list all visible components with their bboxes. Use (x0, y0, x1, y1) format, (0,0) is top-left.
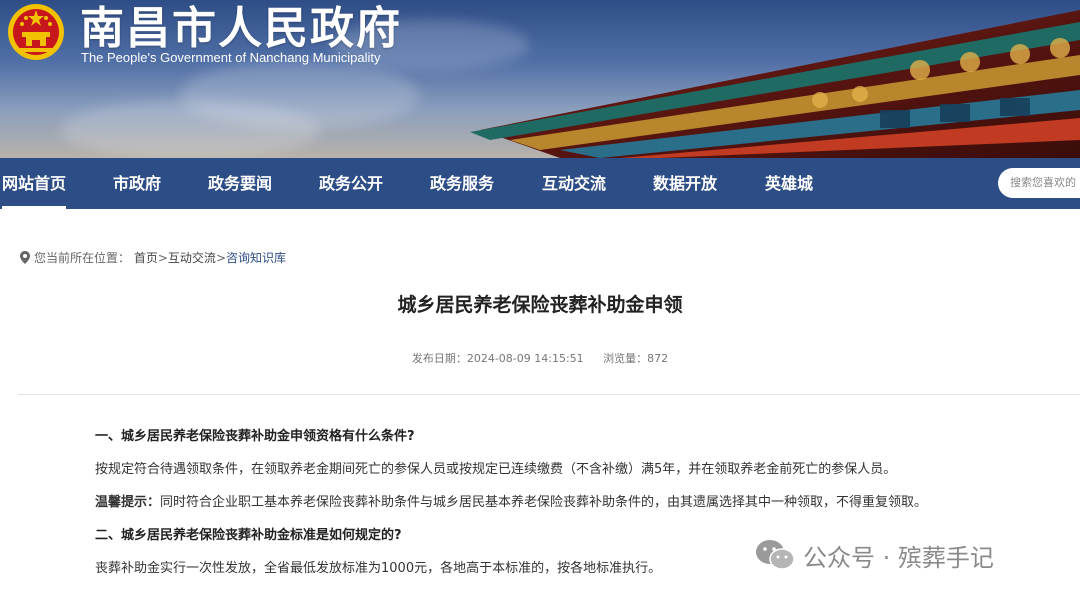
header-banner: 南昌市人民政府 The People's Government of Nanch… (0, 0, 1080, 158)
article-heading-2: 二、城乡居民养老保险丧葬补助金标准是如何规定的? (95, 528, 402, 543)
nav-item-news[interactable]: 政务要闻 (208, 158, 272, 209)
article-heading-1: 一、城乡居民养老保险丧葬补助金申领资格有什么条件? (95, 429, 415, 444)
watermark: 公众号 · 殡葬手记 (755, 538, 994, 572)
breadcrumb-prefix: 您当前所在位置： (34, 251, 131, 265)
nav-item-services[interactable]: 政务服务 (430, 158, 494, 209)
breadcrumb-section-link[interactable]: 互动交流 (168, 251, 216, 265)
nav-item-interaction[interactable]: 互动交流 (542, 158, 606, 209)
search-input[interactable]: 搜索您喜欢的 (998, 168, 1080, 198)
temple-roof-image (470, 10, 1080, 158)
view-count-label: 浏览量： (603, 352, 648, 365)
divider (18, 394, 1080, 395)
breadcrumb-current-link[interactable]: 咨询知识库 (226, 251, 286, 265)
nav-item-home[interactable]: 网站首页 (2, 158, 67, 209)
publish-date-label: 发布日期： (411, 352, 467, 365)
view-count-value: 872 (647, 352, 669, 365)
national-emblem-icon (8, 4, 64, 60)
tip-label: 温馨提示： (95, 495, 161, 510)
breadcrumb-home-link[interactable]: 首页 (134, 251, 158, 265)
publish-date: 发布日期：2024-08-09 14:15:51 (412, 352, 584, 365)
nav-item-open-data[interactable]: 数据开放 (653, 158, 717, 209)
article-paragraph-1: 按规定符合待遇领取条件，在领取养老金期间死亡的参保人员或按规定已连续缴费（不含补… (95, 462, 897, 477)
article-title: 城乡居民养老保险丧葬补助金申领 (397, 294, 683, 316)
breadcrumb-separator: > (157, 251, 168, 265)
nav-item-government[interactable]: 市政府 (113, 158, 161, 209)
view-count: 浏览量：872 (603, 352, 668, 365)
publish-date-value: 2024-08-09 14:15:51 (466, 352, 584, 365)
location-pin-icon (20, 251, 30, 267)
breadcrumb: 您当前所在位置： 首页>互动交流>咨询知识库 (20, 249, 286, 267)
tip-text: 同时符合企业职工基本养老保险丧葬补助条件与城乡居民基本养老保险丧葬补助条件的，由… (160, 495, 928, 510)
breadcrumb-separator: > (215, 251, 226, 265)
article-tip: 温馨提示：同时符合企业职工基本养老保险丧葬补助条件与城乡居民基本养老保险丧葬补助… (95, 491, 927, 510)
article-paragraph-2: 丧葬补助金实行一次性发放，全省最低发放标准为1000元，各地高于本标准的，按各地… (95, 561, 662, 576)
nav-item-hero-city[interactable]: 英雄城 (765, 158, 813, 209)
article-meta: 发布日期：2024-08-09 14:15:51 浏览量：872 (0, 350, 1080, 366)
watermark-text: 公众号 · 殡葬手记 (803, 543, 994, 572)
cloud-decoration (60, 100, 320, 158)
wechat-icon (756, 540, 795, 570)
nav-item-disclosure[interactable]: 政务公开 (319, 158, 383, 209)
main-nav: 网站首页 市政府 政务要闻 政务公开 政务服务 互动交流 数据开放 英雄城 (0, 158, 1080, 209)
site-title[interactable]: 南昌市人民政府 (80, 0, 402, 56)
site-subtitle: The People's Government of Nanchang Muni… (81, 50, 381, 65)
